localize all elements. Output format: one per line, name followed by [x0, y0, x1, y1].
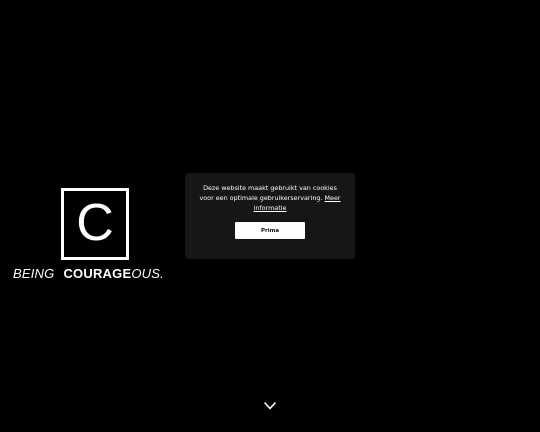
logo-mark: C: [61, 188, 129, 260]
tagline-being: BEING: [13, 266, 55, 281]
cookie-message-block: Deze website maakt gebruikt van cookies …: [195, 183, 345, 213]
tagline-ous: OUS.: [131, 266, 164, 281]
cookie-message: Deze website maakt gebruikt van cookies …: [199, 184, 337, 202]
logo-letter: C: [76, 194, 114, 252]
tagline-courage: COURAGE: [63, 266, 132, 281]
brand-tagline: BEING COURAGEOUS.: [13, 266, 164, 281]
cookie-consent-modal: Deze website maakt gebruikt van cookies …: [185, 173, 355, 259]
accept-cookies-button[interactable]: Prima: [235, 222, 305, 239]
chevron-down-icon[interactable]: [263, 396, 277, 410]
